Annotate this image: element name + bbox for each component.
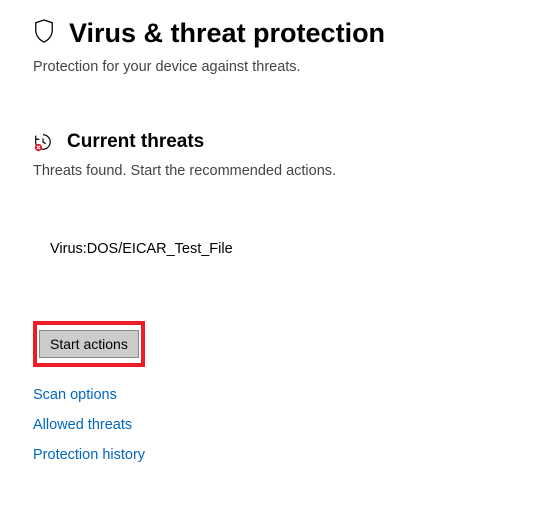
history-alert-icon bbox=[33, 132, 53, 152]
section-subtitle: Threats found. Start the recommended act… bbox=[33, 163, 527, 179]
scan-options-link[interactable]: Scan options bbox=[33, 387, 117, 403]
section-header: Current threats bbox=[33, 131, 527, 153]
section-title: Current threats bbox=[67, 131, 204, 153]
start-actions-button[interactable]: Start actions bbox=[39, 330, 139, 358]
shield-icon bbox=[33, 18, 55, 49]
start-actions-highlight: Start actions bbox=[33, 321, 145, 367]
allowed-threats-link[interactable]: Allowed threats bbox=[33, 417, 132, 433]
page-header: Virus & threat protection bbox=[33, 18, 527, 49]
page-title: Virus & threat protection bbox=[69, 18, 385, 49]
protection-history-link[interactable]: Protection history bbox=[33, 447, 145, 463]
page-subtitle: Protection for your device against threa… bbox=[33, 59, 527, 75]
threat-name: Virus:DOS/EICAR_Test_File bbox=[50, 241, 527, 257]
links-list: Scan options Allowed threats Protection … bbox=[33, 387, 527, 463]
